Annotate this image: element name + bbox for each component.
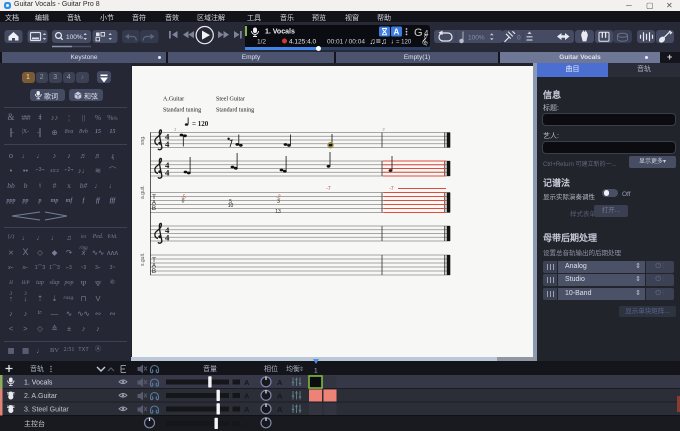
svg-text:歌词: 歌词 [44,91,58,100]
svg-text:A: A [277,419,283,428]
svg-text:4: 4 [165,233,170,243]
svg-text:和弦: 和弦 [84,91,98,100]
svg-text:3. Steel Guitar: 3. Steel Guitar [24,407,69,414]
svg-text:1/2: 1/2 [257,39,266,46]
svg-text:♫=♫: ♫=♫ [370,36,388,46]
svg-text:A: A [244,405,250,414]
svg-text:s.guit.: s.guit. [140,253,146,266]
svg-text:B: B [152,268,156,275]
svg-text:𝄞: 𝄞 [421,34,428,46]
svg-text:100%: 100% [66,34,83,41]
svg-text:sng.: sng. [140,136,146,145]
svg-text:2. A.Guitar: 2. A.Guitar [24,393,58,400]
svg-text:3: 3 [277,199,280,205]
svg-text:4: 4 [165,168,170,178]
svg-text:-7: -7 [326,186,331,192]
svg-text:-7: -7 [389,186,394,192]
svg-text:1: 1 [314,368,318,375]
svg-text:A: A [244,391,250,400]
svg-text:A.Guitar: A.Guitar [163,97,184,103]
svg-text:0: 0 [517,34,521,41]
svg-text:Standard tuning: Standard tuning [163,108,201,114]
svg-text:0: 0 [182,199,185,205]
svg-text:2: 2 [383,127,386,132]
svg-text:A: A [394,28,400,37]
svg-text:A: A [277,378,283,387]
svg-text:4: 4 [165,139,170,149]
svg-text:a.guit.: a.guit. [140,185,146,199]
svg-text:A: A [244,419,250,428]
svg-text:10: 10 [228,203,234,209]
svg-text:= 120: = 120 [192,120,209,128]
svg-text:主控台: 主控台 [24,419,45,428]
svg-text:00:01 / 00:04: 00:01 / 00:04 [327,39,365,46]
svg-text:4.125:4.0: 4.125:4.0 [289,39,316,46]
svg-text:相位: 相位 [264,364,278,373]
svg-text:1: 1 [174,127,177,132]
svg-text:⇕: ⇕ [299,366,304,373]
svg-text:13: 13 [275,209,281,215]
svg-text:= 120: = 120 [396,40,412,46]
svg-text:Standard tuning: Standard tuning [216,108,254,114]
svg-text:A: A [244,378,250,387]
svg-text:100%: 100% [468,34,485,41]
svg-text:A: A [277,391,283,400]
svg-text:A: A [277,405,283,414]
svg-text:均衡: 均衡 [286,364,300,373]
svg-text:音轨: 音轨 [30,364,44,373]
svg-text:Steel Guitar: Steel Guitar [216,97,245,103]
svg-text:1. Vocals: 1. Vocals [24,380,53,387]
svg-text:B: B [152,205,156,212]
svg-text:1. Vocals: 1. Vocals [265,29,295,36]
svg-text:音量: 音量 [203,364,217,373]
